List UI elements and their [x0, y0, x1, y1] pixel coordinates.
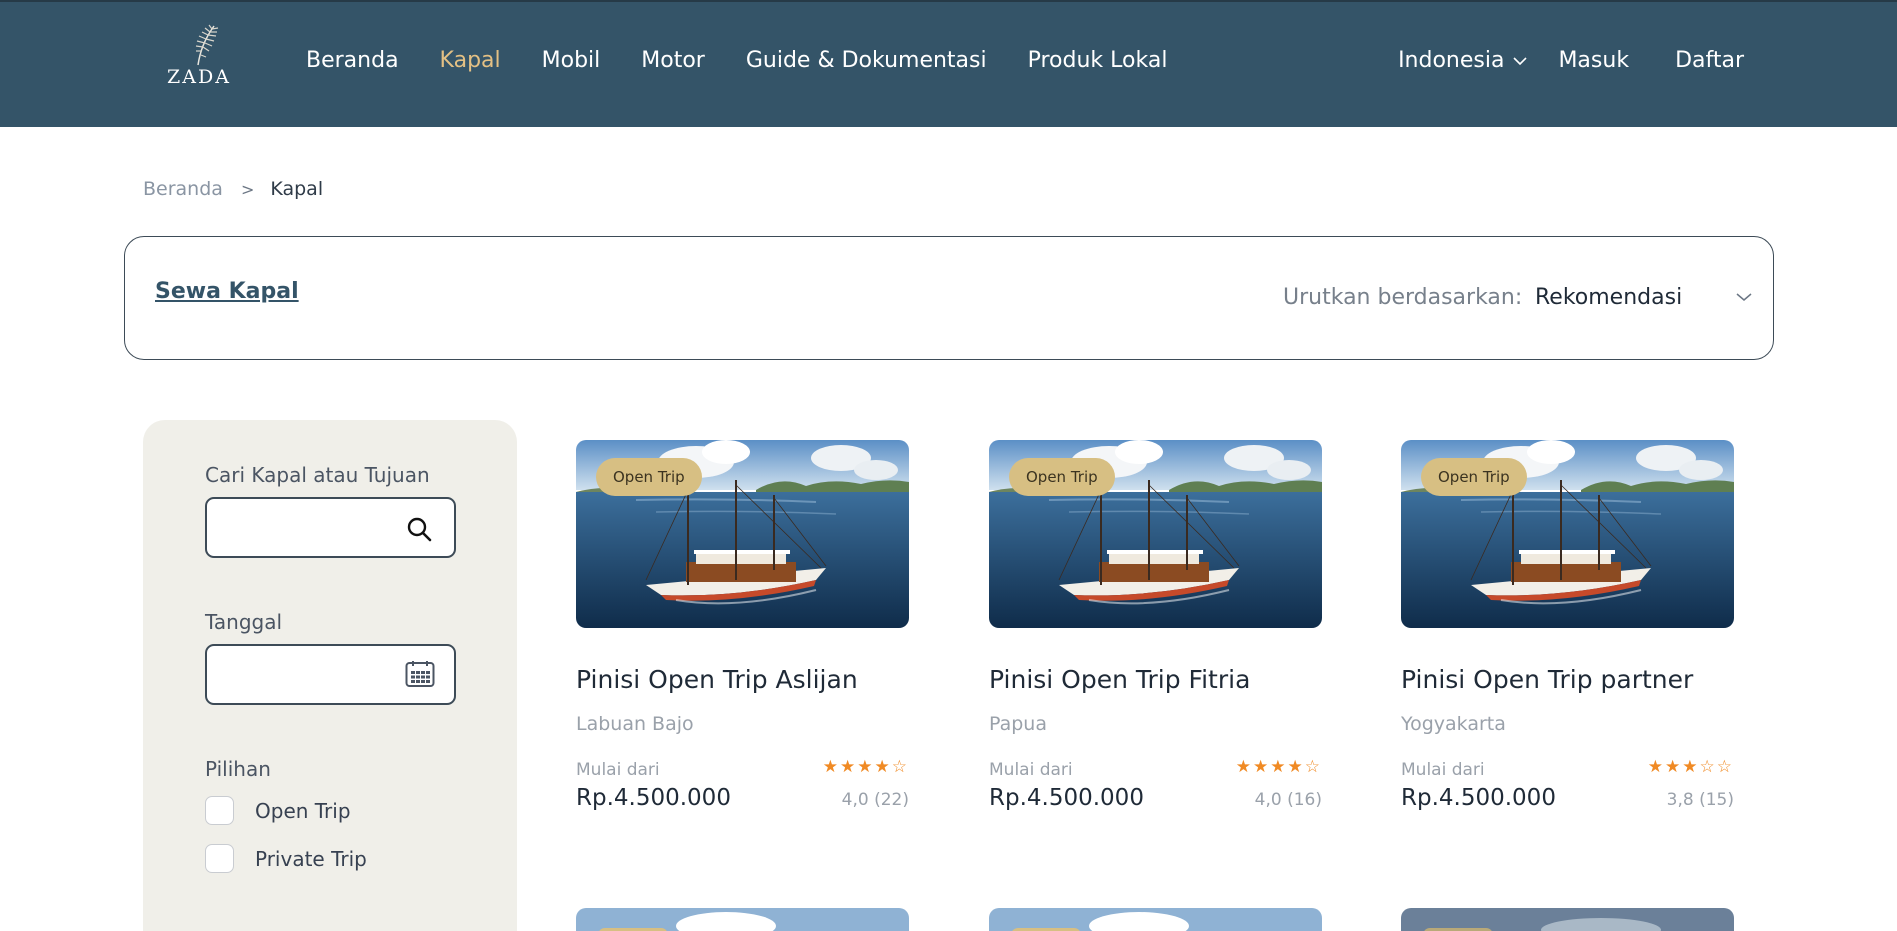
boat-card[interactable]: Open Trip Pinisi Open Trip Aslijan Labuan … — [576, 440, 909, 811]
chevron-down-icon — [1513, 56, 1528, 65]
boat-photo — [989, 908, 1322, 931]
language-selector[interactable]: Indonesia — [1398, 48, 1528, 73]
next-row-card-image[interactable] — [576, 908, 909, 931]
search-label: Cari Kapal atau Tujuan — [205, 463, 430, 487]
boat-card-image[interactable]: Open Trip — [989, 440, 1322, 628]
filter-sidebar: Cari Kapal atau Tujuan Tanggal Pilihan O… — [143, 420, 517, 931]
boat-photo — [576, 908, 909, 931]
trip-type-badge: Open Trip — [1421, 458, 1527, 496]
sort-value: Rekomendasi — [1535, 284, 1683, 310]
sewa-kapal-link[interactable]: Sewa Kapal — [155, 279, 299, 304]
next-row-card-image[interactable] — [989, 908, 1322, 931]
boat-card-price-label: Mulai dari — [1401, 760, 1485, 780]
calendar-icon[interactable] — [405, 660, 435, 688]
boat-card[interactable]: Open Trip Pinisi Open Trip Fitria Papua Mul… — [989, 440, 1322, 811]
nav-item-guide-dokumentasi[interactable]: Guide & Dokumentasi — [746, 48, 987, 73]
boat-card-location: Labuan Bajo — [576, 713, 694, 735]
private-trip-checkbox[interactable] — [205, 844, 234, 873]
boat-card-title[interactable]: Pinisi Open Trip Aslijan — [576, 665, 858, 694]
date-field[interactable] — [205, 644, 456, 705]
boat-card-location: Papua — [989, 713, 1047, 735]
nav-item-mobil[interactable]: Mobil — [542, 48, 601, 73]
nav-item-motor[interactable]: Motor — [641, 48, 705, 73]
boat-card-rating: 4,0 (22) — [841, 790, 909, 810]
boat-card-price: Rp.4.500.000 — [1401, 785, 1556, 811]
nav-item-kapal[interactable]: Kapal — [440, 48, 501, 73]
sort-dropdown[interactable]: Rekomendasi — [1535, 277, 1753, 317]
chevron-down-icon — [1736, 293, 1752, 301]
search-icon[interactable] — [406, 516, 432, 542]
trip-type-badge: Open Trip — [596, 458, 702, 496]
login-link[interactable]: Masuk — [1558, 48, 1629, 73]
trip-type-badge: Open Trip — [1009, 458, 1115, 496]
language-label: Indonesia — [1398, 48, 1505, 73]
star-rating-icon: ★★★★☆ — [1235, 757, 1322, 777]
date-input[interactable] — [219, 646, 409, 703]
logo-text: ZADA — [167, 66, 231, 88]
register-link[interactable]: Daftar — [1675, 48, 1744, 73]
option-open-trip[interactable]: Open Trip — [205, 796, 351, 825]
search-field[interactable] — [205, 497, 456, 558]
breadcrumb-separator: > — [240, 179, 255, 199]
fern-leaf-icon — [195, 24, 219, 66]
nav-item-beranda[interactable]: Beranda — [306, 48, 399, 73]
boat-card-price-label: Mulai dari — [989, 760, 1073, 780]
next-row-card-image[interactable] — [1401, 908, 1734, 931]
star-rating-icon: ★★★★☆ — [822, 757, 909, 777]
open-trip-checkbox[interactable] — [205, 796, 234, 825]
listing-header-bar: Sewa Kapal Urutkan berdasarkan: Rekomend… — [124, 236, 1774, 360]
date-label: Tanggal — [205, 610, 283, 634]
boat-card-rating: 3,8 (15) — [1666, 790, 1734, 810]
boat-card-image[interactable]: Open Trip — [1401, 440, 1734, 628]
option-private-trip[interactable]: Private Trip — [205, 844, 367, 873]
boat-card-price: Rp.4.500.000 — [989, 785, 1144, 811]
open-trip-label: Open Trip — [255, 798, 351, 823]
breadcrumb-home[interactable]: Beranda — [143, 178, 223, 200]
boat-card-title[interactable]: Pinisi Open Trip partner — [1401, 665, 1693, 694]
options-label: Pilihan — [205, 757, 271, 781]
breadcrumb-current: Kapal — [270, 178, 324, 200]
boat-card-title[interactable]: Pinisi Open Trip Fitria — [989, 665, 1250, 694]
boat-card-location: Yogyakarta — [1401, 713, 1506, 735]
boat-card-price: Rp.4.500.000 — [576, 785, 731, 811]
search-input[interactable] — [219, 499, 409, 556]
boat-card[interactable]: Open Trip Pinisi Open Trip partner Yogyaka… — [1401, 440, 1734, 811]
boat-photo — [1401, 908, 1734, 931]
boat-card-rating: 4,0 (16) — [1254, 790, 1322, 810]
boat-card-price-label: Mulai dari — [576, 760, 660, 780]
main-nav: Beranda Kapal Mobil Motor Guide & Dokume… — [306, 48, 1208, 73]
header-actions: Indonesia Masuk Daftar — [1398, 48, 1744, 73]
star-rating-icon: ★★★☆☆ — [1647, 757, 1734, 777]
breadcrumb: Beranda > Kapal — [143, 178, 323, 200]
zada-logo[interactable]: ZADA — [163, 22, 235, 92]
top-navigation-bar: ZADA Beranda Kapal Mobil Motor Guide & D… — [0, 0, 1897, 127]
boat-card-image[interactable]: Open Trip — [576, 440, 909, 628]
private-trip-label: Private Trip — [255, 846, 367, 871]
nav-item-produk-lokal[interactable]: Produk Lokal — [1028, 48, 1168, 73]
sort-label: Urutkan berdasarkan: — [1283, 285, 1523, 310]
